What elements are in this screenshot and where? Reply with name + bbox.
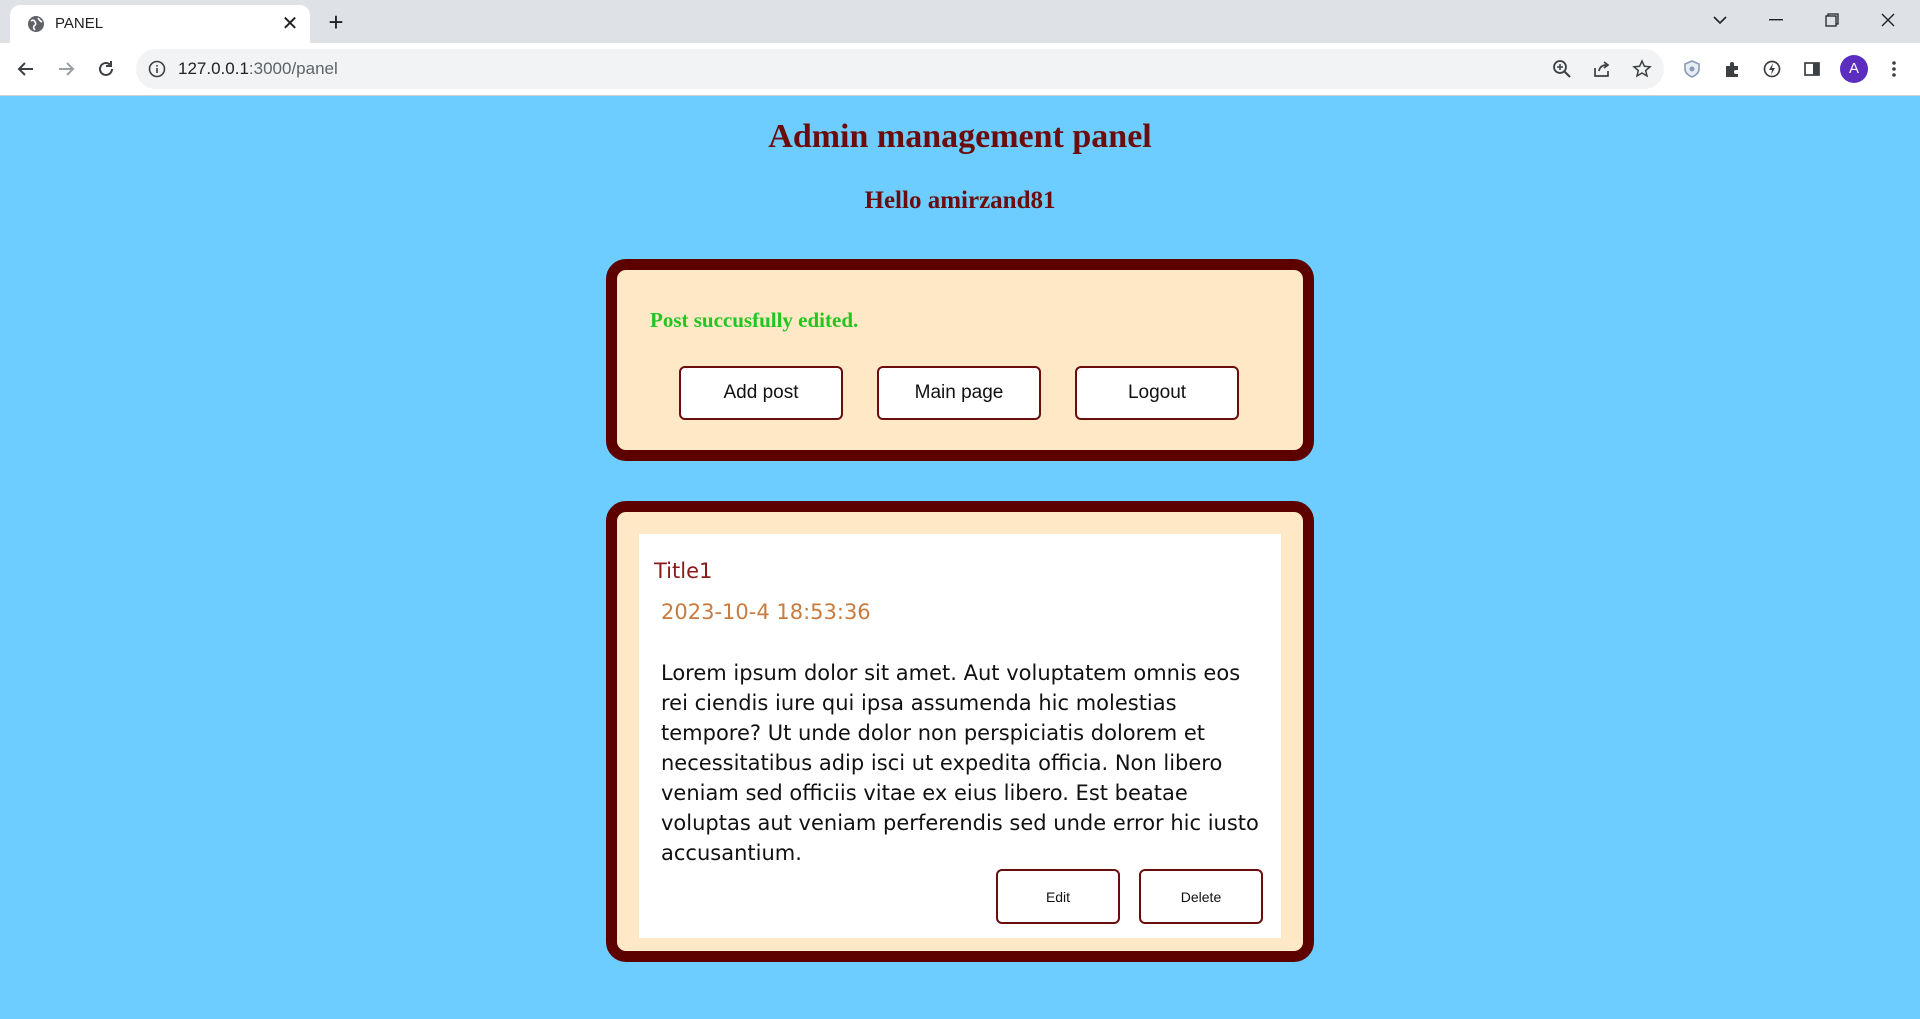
extensions-puzzle-icon[interactable] xyxy=(1718,55,1746,83)
post-date: 2023-10-4 18:53:36 xyxy=(661,600,871,624)
bookmark-star-icon[interactable] xyxy=(1628,55,1656,83)
add-post-button[interactable]: Add post xyxy=(679,366,843,420)
restore-icon[interactable] xyxy=(1804,0,1860,40)
status-message: Post succusfully edited. xyxy=(650,308,859,332)
profile-avatar[interactable]: A xyxy=(1840,55,1868,83)
minimize-icon[interactable] xyxy=(1748,0,1804,40)
performance-icon[interactable] xyxy=(1758,55,1786,83)
new-tab-icon[interactable]: + xyxy=(322,9,350,37)
side-panel-icon[interactable] xyxy=(1798,55,1826,83)
site-info-icon[interactable] xyxy=(148,60,166,78)
share-icon[interactable] xyxy=(1588,55,1616,83)
greeting-heading: Hello amirzand81 xyxy=(864,187,1056,214)
post-card: Title1 2023-10-4 18:53:36 Lorem ipsum do… xyxy=(639,534,1281,938)
edit-post-button[interactable]: Edit xyxy=(996,869,1120,924)
post-title: Title1 xyxy=(654,559,713,583)
back-icon[interactable] xyxy=(12,55,40,83)
url-host: 127.0.0.1 xyxy=(178,59,249,78)
browser-menu-icon[interactable] xyxy=(1880,55,1908,83)
reload-icon[interactable] xyxy=(92,55,120,83)
address-bar[interactable]: 127.0.0.1:3000/panel xyxy=(136,49,1664,89)
page-title: Admin management panel xyxy=(768,118,1152,155)
browser-toolbar: 127.0.0.1:3000/panel A xyxy=(0,43,1920,96)
logout-button[interactable]: Logout xyxy=(1075,366,1239,420)
main-page-button[interactable]: Main page xyxy=(877,366,1041,420)
delete-post-button[interactable]: Delete xyxy=(1139,869,1263,924)
browser-tab[interactable]: PANEL ✕ xyxy=(10,5,310,43)
url-path: :3000/panel xyxy=(248,59,338,78)
forward-icon[interactable] xyxy=(52,55,80,83)
posts-panel: Title1 2023-10-4 18:53:36 Lorem ipsum do… xyxy=(606,501,1314,962)
globe-icon xyxy=(26,14,46,34)
tab-title: PANEL xyxy=(55,15,104,32)
zoom-icon[interactable] xyxy=(1548,55,1576,83)
close-window-icon[interactable] xyxy=(1860,0,1916,40)
tab-search-icon[interactable] xyxy=(1692,0,1748,40)
post-body: Lorem ipsum dolor sit amet. Aut voluptat… xyxy=(661,661,1259,865)
shield-extension-icon[interactable] xyxy=(1678,55,1706,83)
url-text: 127.0.0.1:3000/panel xyxy=(178,59,338,79)
browser-tab-strip: PANEL ✕ + xyxy=(0,0,1920,43)
close-tab-icon[interactable]: ✕ xyxy=(280,14,300,34)
admin-actions-panel: Post succusfully edited. Add post Main p… xyxy=(606,259,1314,461)
